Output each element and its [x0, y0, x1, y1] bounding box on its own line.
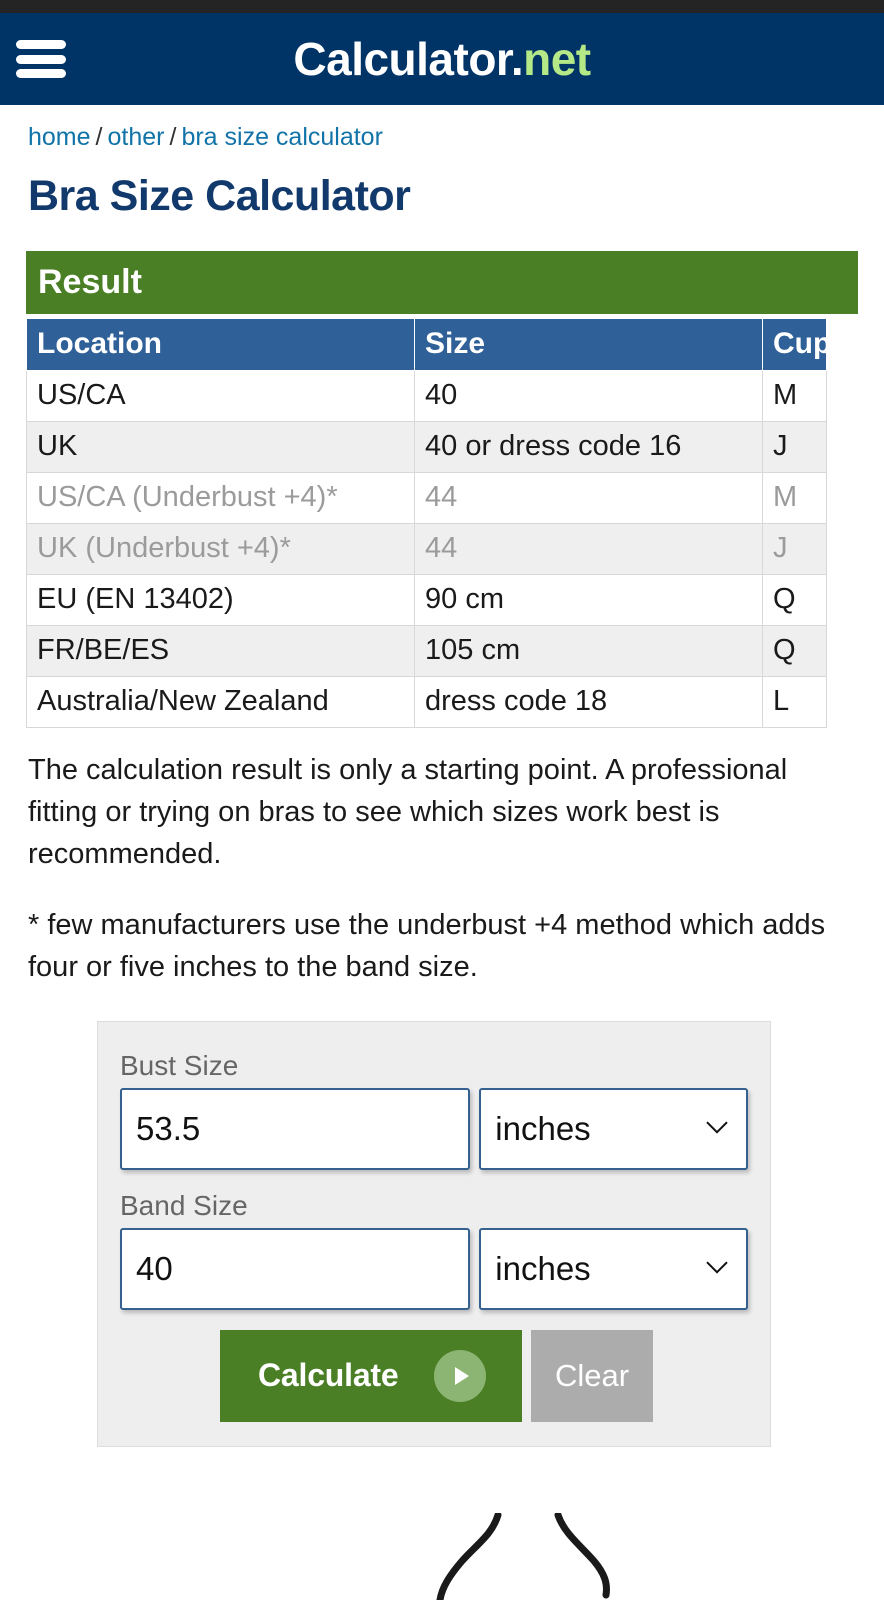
breadcrumb-item-home[interactable]: home	[28, 123, 91, 151]
form-button-row: Calculate Clear	[120, 1329, 748, 1422]
table-header-row: Location Size Cup	[26, 318, 831, 371]
cell-location: EU (EN 13402)	[26, 574, 415, 626]
bust-unit-value: inches	[495, 1109, 591, 1147]
chevron-down-icon	[706, 1121, 728, 1134]
cell-size: 44	[414, 472, 763, 524]
logo-text-dot: .	[510, 33, 524, 85]
body-illustration	[0, 1513, 884, 1600]
hamburger-bar	[16, 54, 66, 64]
breadcrumb-item-bra-size-calculator[interactable]: bra size calculator	[181, 123, 382, 151]
bust-unit-select[interactable]: inches	[479, 1087, 748, 1170]
clear-button[interactable]: Clear	[531, 1329, 653, 1422]
cell-cup: M	[762, 472, 827, 524]
band-unit-value: inches	[495, 1249, 591, 1287]
cell-location: UK (Underbust +4)*	[26, 523, 415, 575]
logo-text-main: Calculator	[293, 33, 511, 85]
table-row: UK (Underbust +4)* 44 J	[26, 523, 827, 575]
table-row: US/CA (Underbust +4)* 44 M	[26, 472, 827, 524]
result-heading: Result	[26, 251, 858, 314]
hamburger-bar	[16, 69, 66, 78]
cell-size: 105 cm	[414, 625, 763, 677]
cell-size: dress code 18	[414, 676, 763, 728]
cell-size: 44	[414, 523, 763, 575]
band-unit-select[interactable]: inches	[479, 1227, 748, 1310]
breadcrumb-separator: /	[95, 123, 103, 151]
column-header-size: Size	[414, 318, 763, 371]
bust-size-label: Bust Size	[120, 1049, 239, 1081]
bust-size-row: 53.5 inches	[120, 1087, 748, 1170]
page-title: Bra Size Calculator	[28, 172, 411, 220]
table-row: UK 40 or dress code 16 J	[26, 421, 827, 473]
calculator-form: Bust Size 53.5 inches Band Size 40 inche…	[97, 1020, 771, 1447]
site-header: Calculator.net	[0, 13, 884, 105]
top-dark-strip	[0, 0, 884, 13]
hamburger-icon[interactable]	[16, 40, 66, 78]
table-row: EU (EN 13402) 90 cm Q	[26, 574, 827, 626]
band-size-label: Band Size	[120, 1189, 248, 1221]
bust-size-input[interactable]: 53.5	[120, 1087, 471, 1170]
table-row: Australia/New Zealand dress code 18 L	[26, 676, 827, 728]
breadcrumb: home / other / bra size calculator	[0, 105, 884, 152]
column-header-cup: Cup	[762, 318, 831, 371]
cell-cup: L	[762, 676, 827, 728]
table-row: FR/BE/ES 105 cm Q	[26, 625, 827, 677]
cell-size: 40	[414, 370, 763, 422]
cell-location: US/CA	[26, 370, 415, 422]
breadcrumb-item-other[interactable]: other	[108, 123, 165, 151]
cell-cup: M	[762, 370, 827, 422]
logo-text-net: net	[523, 33, 591, 85]
footnote-text: * few manufacturers use the underbust +4…	[28, 909, 826, 983]
band-size-row: 40 inches	[120, 1227, 748, 1310]
hamburger-bar	[16, 40, 66, 49]
cell-size: 40 or dress code 16	[414, 421, 763, 473]
site-logo[interactable]: Calculator.net	[0, 13, 884, 105]
cell-location: Australia/New Zealand	[26, 676, 415, 728]
disclaimer-text: The calculation result is only a startin…	[28, 754, 788, 870]
calculate-button[interactable]: Calculate	[220, 1329, 522, 1422]
cell-cup: Q	[762, 574, 827, 626]
table-row: US/CA 40 M	[26, 370, 827, 422]
cell-size: 90 cm	[414, 574, 763, 626]
play-icon	[434, 1349, 486, 1402]
column-header-location: Location	[26, 318, 415, 371]
cell-cup: Q	[762, 625, 827, 677]
breadcrumb-separator: /	[169, 123, 177, 151]
cell-cup: J	[762, 523, 827, 575]
cell-location: US/CA (Underbust +4)*	[26, 472, 415, 524]
page-root: Calculator.net home / other / bra size calcu…	[0, 0, 884, 1600]
cell-cup: J	[762, 421, 827, 473]
chevron-down-icon	[706, 1261, 728, 1274]
result-table: Location Size Cup US/CA 40 M UK 40 or dr…	[26, 318, 831, 728]
cell-location: UK	[26, 421, 415, 473]
band-size-input[interactable]: 40	[120, 1227, 471, 1310]
cell-location: FR/BE/ES	[26, 625, 415, 677]
calculate-button-label: Calculate	[258, 1357, 399, 1394]
